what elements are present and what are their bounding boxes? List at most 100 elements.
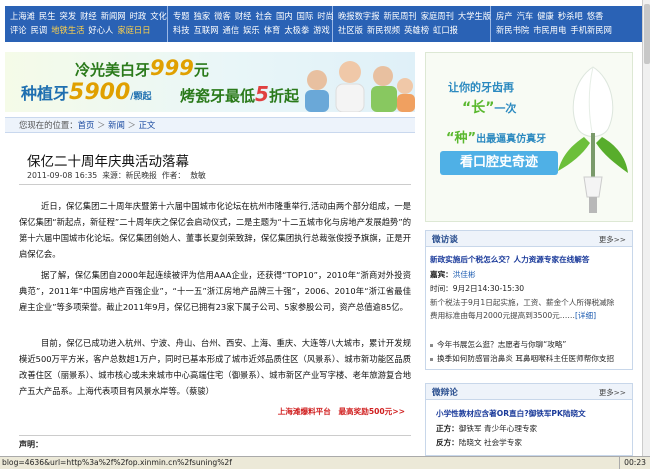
panel-header: 微访谈 更多>> [426,231,632,247]
article-editor: 敖敏 [190,171,206,180]
breadcrumb-home[interactable]: 首页 [78,120,95,130]
nav-link[interactable]: 社区版 [338,25,363,35]
breadcrumb-sep: ＞ [97,120,106,130]
nav-link[interactable]: 国际 [297,11,314,21]
nav-link[interactable]: 新民周刊 [384,11,417,21]
nav-link[interactable]: 游戏 [313,25,330,35]
nav-link[interactable]: 评论 [10,25,27,35]
nav-link[interactable]: 虹口报 [433,25,458,35]
detail-link[interactable]: [详细] [575,311,596,320]
ad-text: 让你的牙齿再 [448,81,514,94]
banner-line-3: 烤瓷牙最低5折起 [180,82,299,106]
nav-link[interactable]: 家庭日日 [117,25,150,35]
nav-link[interactable]: 好心人 [88,25,113,35]
nav-link[interactable]: 太极拳 [284,25,309,35]
nav-link[interactable]: 微客 [214,11,231,21]
debate-con: 反方：陆晓文 社会学专家 [436,438,522,447]
article-title: 保亿二十周年庆典活动落幕 [27,154,189,170]
nav-link[interactable]: 健康 [537,11,554,21]
interview-desc-line2: 费用标准由每月2000元提高到3500元……[详细] [430,311,597,320]
nav-link[interactable]: 汽车 [517,11,534,21]
nav-link[interactable]: 市民用电 [533,25,566,35]
nav-link[interactable]: 新民视频 [367,25,400,35]
interview-panel: 微访谈 更多>> 新政实施后个税怎么交？人力资源专家在线解答 嘉宾：洪佳彬 时间… [425,230,633,370]
article-paragraph: 据了解，保亿集团自2000年起连续被评为信用AAA企业，还获得“TOP10”，2… [19,270,411,312]
panel-title: 微访谈 [432,235,458,245]
nav-row: 晚报数字报 新民周刊 家庭周刊 大学生版 [338,9,491,23]
article-paragraph: 目前，保亿已成功进入杭州、宁波、舟山、台州、西安、上海、重庆、大连等八大城市，累… [19,338,411,396]
top-nav: 上海滩 民生 突发 财经 新闻网 时政 文化 评论 民调 地铁生活 好心人 家庭日日 专题 独家 微客财… [5,6,642,42]
list-item[interactable]: 今年书展怎么逛？志愿者与你聊“攻略” [430,339,566,350]
more-link[interactable]: 更多>> [599,234,626,245]
nav-row: 房产 汽车 健康 秒杀吧 悠香 [496,9,639,23]
nav-link[interactable]: 互联网 [194,25,219,35]
breadcrumb-news[interactable]: 新闻 [108,120,125,130]
divider [19,184,411,185]
nav-link[interactable]: 民调 [31,25,48,35]
nav-link[interactable]: 国内 [276,11,293,21]
nav-link[interactable]: 大学生版 [458,11,491,21]
nav-link[interactable]: 手机新民网 [570,25,612,35]
nav-link[interactable]: 悠香 [587,11,604,21]
article-datetime: 2011-09-08 16:35 [27,171,98,180]
panel-title: 微辩论 [432,388,458,398]
interview-time: 时间：9月2日14:30-15:30 [430,284,525,293]
nav-row: 上海滩 民生 突发 财经 新闻网 时政 文化 [10,9,167,23]
article-source: 来源：新民晚报 [102,171,157,180]
nav-link[interactable]: 科技 [173,25,190,35]
nav-row: 社区版 新民视频 英雄榜 虹口报 [338,23,487,37]
nav-link[interactable]: 晚报数字报 [338,11,380,21]
vertical-scrollbar[interactable] [642,0,650,456]
nav-link[interactable]: 房产 [496,11,513,21]
nav-link[interactable]: 独家 [194,11,211,21]
nav-link[interactable]: 新闻网 [101,11,126,21]
article-meta: 2011-09-08 16:35 来源：新民晚报 作者： 敖敏 [27,170,211,181]
nav-link[interactable]: 娱乐 [243,25,260,35]
ad-text: “长”一次 [462,100,517,116]
nav-link[interactable]: 社会 [255,11,272,21]
nav-link[interactable]: 秒杀吧 [558,11,583,21]
scrollbar-thumb[interactable] [644,4,650,64]
breadcrumb-label: 您现在的位置： [19,120,78,130]
status-url: blog=4636&url=http%3a%2f%2fop.xinmin.cn%… [2,458,232,467]
browser-viewport: 上海滩 民生 突发 财经 新闻网 时政 文化 评论 民调 地铁生活 好心人 家庭日日 专题 独家 微客财… [0,0,642,456]
breadcrumb: 您现在的位置：首页 ＞ 新闻 ＞ 正文 [5,117,415,133]
nav-link[interactable]: 突发 [60,11,77,21]
nav-link[interactable]: 英雄榜 [404,25,429,35]
status-bar: blog=4636&url=http%3a%2f%2fop.xinmin.cn%… [0,456,650,469]
dental-ad-banner[interactable]: 冷光美白牙999元 种植牙5900/颗起 烤瓷牙最低5折起 [5,52,415,112]
nav-link[interactable]: 体育 [264,25,281,35]
nav-link[interactable]: 财经 [80,11,97,21]
nav-link[interactable]: 文化 [150,11,167,21]
guest-name[interactable]: 洪佳彬 [453,270,476,279]
breadcrumb-sep: ＞ [127,120,136,130]
nav-link[interactable]: 通信 [223,25,240,35]
nav-link[interactable]: 专题 [173,11,190,21]
banner-line-1: 冷光美白牙999元 [75,56,209,80]
nav-link[interactable]: 时尚 [317,11,334,21]
ad-text: “种”出最逼真仿真牙 [446,131,547,146]
nav-link[interactable]: 新民书院 [496,25,529,35]
breadcrumb-article[interactable]: 正文 [139,120,156,130]
interview-headline[interactable]: 新政实施后个税怎么交？人力资源专家在线解答 [430,254,589,265]
bullet-icon [430,343,433,347]
flower-tooth-image [558,66,628,213]
article-author: 作者： [161,171,186,180]
nav-group-3: 晚报数字报 新民周刊 家庭周刊 大学生版 社区版 新民视频 英雄榜 虹口报 [333,6,491,42]
debate-pro: 正方：御铁军 青少年心理专家 [436,424,538,433]
nav-link[interactable]: 财经 [235,11,252,21]
nav-link[interactable]: 民生 [39,11,56,21]
declaration-label: 声明： [19,435,411,450]
list-item[interactable]: 换季如何防感冒治鼻炎 耳鼻咽喉科主任医师帮你支招 [430,353,614,364]
nav-link[interactable]: 时政 [130,11,147,21]
nav-row: 评论 民调 地铁生活 好心人 家庭日日 [10,23,164,37]
tip-reward-link[interactable]: 上海滩爆料平台 最高奖励500元>> [278,406,405,417]
more-link[interactable]: 更多>> [599,387,626,398]
nav-link[interactable]: 家庭周刊 [421,11,454,21]
debate-headline[interactable]: 小学性教材应含著OR直白?御铁军PK陆晓文 [436,408,586,419]
implant-ad[interactable]: 让你的牙齿再 “长”一次 “种”出最逼真仿真牙 看口腔史奇迹 [425,52,633,222]
ad-cta-banner: 看口腔史奇迹 [440,151,558,175]
nav-link[interactable]: 地铁生活 [51,25,84,35]
article-paragraph: 近日，保亿集团二十周年庆暨第十六届中国城市化论坛在杭州市隆重举行,活动由两个部分… [19,201,411,259]
nav-link[interactable]: 上海滩 [10,11,35,21]
